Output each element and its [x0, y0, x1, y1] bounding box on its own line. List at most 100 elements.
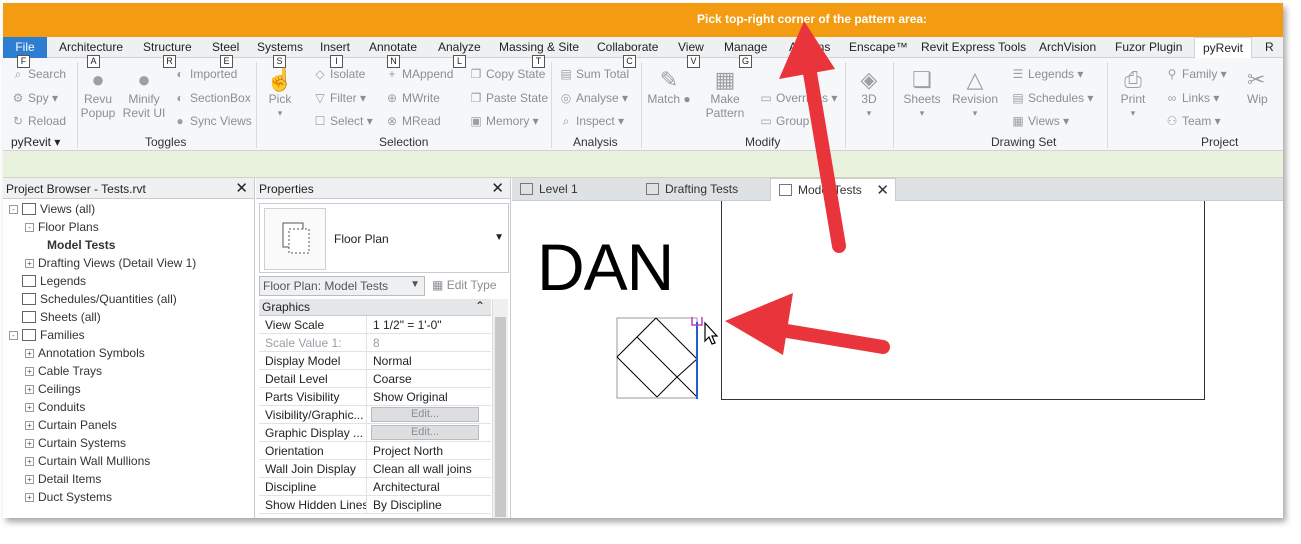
tab-revit-express-tools[interactable]: Revit Express Tools	[921, 40, 1026, 54]
analyse-button[interactable]: ◎ Analyse ▾	[559, 91, 628, 105]
expand-icon[interactable]: +	[25, 493, 34, 502]
expand-icon[interactable]: +	[25, 421, 34, 430]
tab-insert[interactable]: Insert	[320, 40, 350, 54]
expand-icon[interactable]: +	[25, 475, 34, 484]
imported-toggle[interactable]: ◐ Imported	[173, 67, 237, 81]
tab-collaborate[interactable]: Collaborate	[597, 40, 658, 54]
tab-model-tests[interactable]: Model Tests ✕	[770, 178, 896, 201]
property-value[interactable]: Project North	[369, 442, 491, 460]
links-button[interactable]: ∞ Links ▾	[1165, 91, 1220, 105]
tab-systems[interactable]: Systems	[257, 40, 303, 54]
property-value[interactable]: Clean all wall joins	[369, 460, 491, 478]
expand-icon[interactable]: +	[25, 349, 34, 358]
family-button[interactable]: ⚲ Family ▾	[1165, 67, 1227, 81]
tree-item[interactable]: Sheets (all)	[9, 310, 101, 328]
make-pattern-button[interactable]: ▦ Make Pattern	[699, 68, 751, 121]
close-icon[interactable]: ✕	[491, 179, 504, 197]
inspect-button[interactable]: ⌕ Inspect ▾	[559, 114, 624, 129]
print-button[interactable]: ⎙ Print ▾	[1113, 68, 1153, 120]
tab-fuzor-plugin[interactable]: Fuzor Plugin	[1115, 40, 1182, 54]
sheets-button[interactable]: ❏ Sheets ▾	[897, 68, 947, 120]
search-button[interactable]: ⌕ Search	[11, 67, 66, 82]
group-button[interactable]: ▭ Group	[759, 114, 809, 128]
tree-item[interactable]: Model Tests	[47, 238, 115, 256]
wipe-button[interactable]: ✂ Wip	[1247, 68, 1283, 107]
collapse-icon[interactable]: -	[9, 205, 18, 214]
isolate-button[interactable]: ◇ Isolate	[313, 67, 365, 81]
tab-overflow[interactable]: R	[1265, 40, 1274, 54]
edit-type-button[interactable]: ▦ Edit Type	[428, 276, 497, 296]
property-value[interactable]: Architectural	[369, 478, 491, 496]
property-value[interactable]: Show Original	[369, 388, 491, 406]
property-value[interactable]: 1 1/2" = 1'-0"	[369, 316, 491, 334]
legends-button[interactable]: ☰ Legends ▾	[1011, 67, 1084, 81]
tab-drafting-tests[interactable]: Drafting Tests	[638, 178, 768, 201]
sync-views-toggle[interactable]: ● Sync Views	[173, 114, 251, 128]
expand-icon[interactable]: +	[25, 385, 34, 394]
sum-total-button[interactable]: ▤ Sum Total	[559, 67, 629, 81]
instance-selector[interactable]: Floor Plan: Model Tests ▼	[259, 276, 425, 296]
revision-button[interactable]: △ Revision ▾	[949, 68, 1001, 120]
select-button[interactable]: ☐ Select ▾	[313, 114, 373, 128]
mread-button[interactable]: ⊗ MRead	[385, 114, 441, 128]
views-button[interactable]: ▦ Views ▾	[1011, 114, 1069, 128]
spy-button[interactable]: ⚙ Spy ▾	[11, 91, 58, 105]
properties-scrollbar[interactable]	[492, 299, 508, 518]
tab-enscape[interactable]: Enscape™	[849, 40, 908, 54]
edit-button[interactable]: Edit...	[371, 407, 479, 422]
tree-item[interactable]: - Views (all)	[9, 202, 95, 220]
type-selector[interactable]: Floor Plan ▼	[259, 203, 509, 273]
drawing-canvas[interactable]: DAN	[512, 201, 1283, 518]
pyrevit-panel-label[interactable]: pyRevit ▾	[11, 135, 60, 149]
pattern-tile[interactable]	[616, 317, 706, 403]
sectionbox-toggle[interactable]: ◐ SectionBox	[173, 91, 250, 105]
overrides-button[interactable]: ▭ Overrides ▾	[759, 91, 837, 105]
collapse-icon[interactable]: -	[25, 223, 34, 232]
tab-annotate[interactable]: Annotate	[369, 40, 417, 54]
tab-structure[interactable]: Structure	[143, 40, 192, 54]
revu-popup-button[interactable]: ● Revu Popup	[80, 68, 116, 121]
mappend-button[interactable]: + MAppend	[385, 67, 453, 81]
property-value[interactable]: Coarse	[369, 370, 491, 388]
tree-item[interactable]: + Curtain Wall Mullions	[25, 454, 150, 472]
tab-pyrevit[interactable]: pyRevit	[1194, 37, 1253, 59]
tree-item[interactable]: + Duct Systems	[25, 490, 112, 508]
tree-item[interactable]: + Cable Trays	[25, 364, 102, 382]
tab-view[interactable]: View	[678, 40, 704, 54]
reload-button[interactable]: ↻ Reload	[11, 114, 66, 128]
expand-icon[interactable]: +	[25, 259, 34, 268]
tree-item[interactable]: + Ceilings	[25, 382, 81, 400]
close-icon[interactable]: ✕	[235, 179, 248, 197]
tree-item[interactable]: - Families	[9, 328, 85, 346]
tab-add-ins[interactable]: Add-Ins	[789, 40, 830, 54]
tree-item[interactable]: + Drafting Views (Detail View 1)	[25, 256, 196, 274]
tree-item[interactable]: + Conduits	[25, 400, 85, 418]
mwrite-button[interactable]: ⊕ MWrite	[385, 91, 440, 105]
tab-steel[interactable]: Steel	[212, 40, 239, 54]
tab-analyze[interactable]: Analyze	[438, 40, 481, 54]
model-rectangle[interactable]	[721, 201, 1205, 400]
collapse-icon[interactable]: -	[9, 331, 18, 340]
tree-item[interactable]: - Floor Plans	[25, 220, 99, 238]
edit-button[interactable]: Edit...	[371, 425, 479, 440]
canvas-text[interactable]: DAN	[537, 229, 674, 305]
tab-archvision[interactable]: ArchVision	[1039, 40, 1096, 54]
tab-level-1[interactable]: Level 1	[512, 178, 634, 201]
tree-item[interactable]: Schedules/Quantities (all)	[9, 292, 177, 310]
scrollbar-thumb[interactable]	[495, 317, 506, 517]
tab-manage[interactable]: Manage	[724, 40, 767, 54]
tab-architecture[interactable]: Architecture	[59, 40, 123, 54]
copy-state-button[interactable]: ❐ Copy State	[469, 67, 546, 81]
property-value[interactable]: By Discipline	[369, 496, 491, 514]
expand-icon[interactable]: +	[25, 403, 34, 412]
property-value[interactable]: Normal	[369, 352, 491, 370]
tree-item[interactable]: + Detail Items	[25, 472, 101, 490]
graphics-group-header[interactable]: Graphics ⌃	[259, 299, 491, 316]
memory-button[interactable]: ▣ Memory ▾	[469, 114, 538, 128]
tree-item[interactable]: + Annotation Symbols	[25, 346, 145, 364]
match-button[interactable]: ✎ Match ●	[643, 68, 695, 107]
minify-revit-ui-button[interactable]: ● Minify Revit UI	[120, 68, 168, 121]
tree-item[interactable]: + Curtain Panels	[25, 418, 117, 436]
pick-button[interactable]: ☝ Pick ▾	[265, 68, 295, 120]
team-button[interactable]: ⚇ Team ▾	[1165, 114, 1221, 128]
